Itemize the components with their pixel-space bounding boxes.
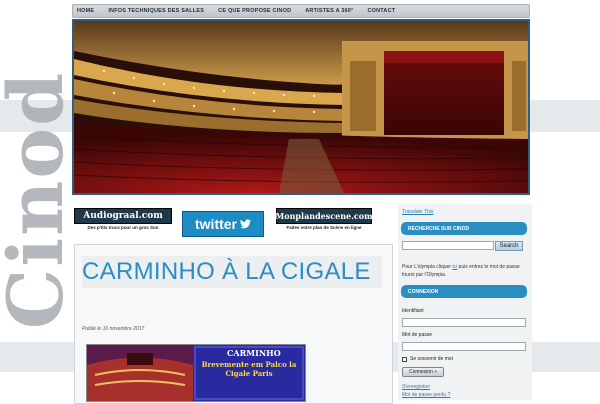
audiograal-logo[interactable]: Audiograal.com Des p'tits trucs pour un …: [74, 208, 172, 230]
search-widget-heading: RECHERCHE SUR CINOD: [401, 222, 527, 235]
post-title[interactable]: CARMINHO À LA CIGALE: [82, 256, 382, 288]
monplandescene-logo[interactable]: Monplandescene.com Faites votre plan de …: [275, 208, 373, 230]
nav-infos-techniques[interactable]: INFOS TECHNIQUES DES SALLES: [108, 8, 204, 14]
twitter-logo-box: twitter: [182, 211, 264, 237]
username-label: Identifiant: [402, 308, 424, 314]
nav-contact[interactable]: CONTACT: [367, 8, 395, 14]
nav-home[interactable]: HOME: [77, 8, 94, 14]
twitter-bird-icon: [240, 219, 251, 229]
olympia-notice: Pour L'olympia cliquer ici puis entrez l…: [402, 263, 528, 279]
remember-me-label: Se souvenir de moi: [410, 356, 453, 362]
post-featured-image[interactable]: CARMINHO Brevemente em Palco la Cigale P…: [86, 344, 306, 402]
twitter-logo[interactable]: twitter: [182, 211, 264, 237]
post-image-caption-text: Brevemente em Palco la Cigale Paris: [201, 360, 297, 378]
password-field[interactable]: [402, 342, 526, 351]
username-field[interactable]: [402, 318, 526, 327]
hero-theatre-image: [72, 19, 530, 195]
login-widget-heading: CONNEXION: [401, 285, 527, 298]
main-navigation: HOME INFOS TECHNIQUES DES SALLES CE QUE …: [72, 4, 530, 18]
password-label: Mot de passe: [402, 332, 433, 338]
monplandescene-logo-box: Monplandescene.com: [275, 208, 373, 224]
post-image-caption-title: CARMINHO: [227, 348, 281, 358]
monplandescene-tagline: Faites votre plan de Scène en ligne: [286, 225, 362, 230]
nav-artistes[interactable]: ARTISTES A 360°: [305, 8, 353, 14]
audiograal-logo-box: Audiograal.com: [74, 208, 172, 224]
olympia-text-before: Pour L'olympia cliquer: [402, 264, 453, 270]
lost-password-link[interactable]: Mot de passe perdu ?: [402, 392, 450, 398]
audiograal-tagline: Des p'tits trucs pour un gros Son: [87, 225, 159, 230]
remember-me-row: Se souvenir de moi: [402, 356, 453, 362]
login-button[interactable]: Connexion »: [402, 367, 444, 377]
theatre-panorama: [74, 21, 528, 193]
translate-link[interactable]: Translate This: [402, 209, 433, 215]
search-input[interactable]: [402, 241, 494, 250]
post-date: Publié le 16 novembre 2017: [82, 326, 145, 332]
remember-me-checkbox[interactable]: [402, 356, 407, 362]
search-button[interactable]: Search: [495, 241, 523, 251]
register-link[interactable]: S'enregistrer: [402, 384, 430, 390]
twitter-wordmark: twitter: [195, 216, 237, 232]
nav-ce-que-propose[interactable]: CE QUE PROPOSE CINOD: [218, 8, 291, 14]
